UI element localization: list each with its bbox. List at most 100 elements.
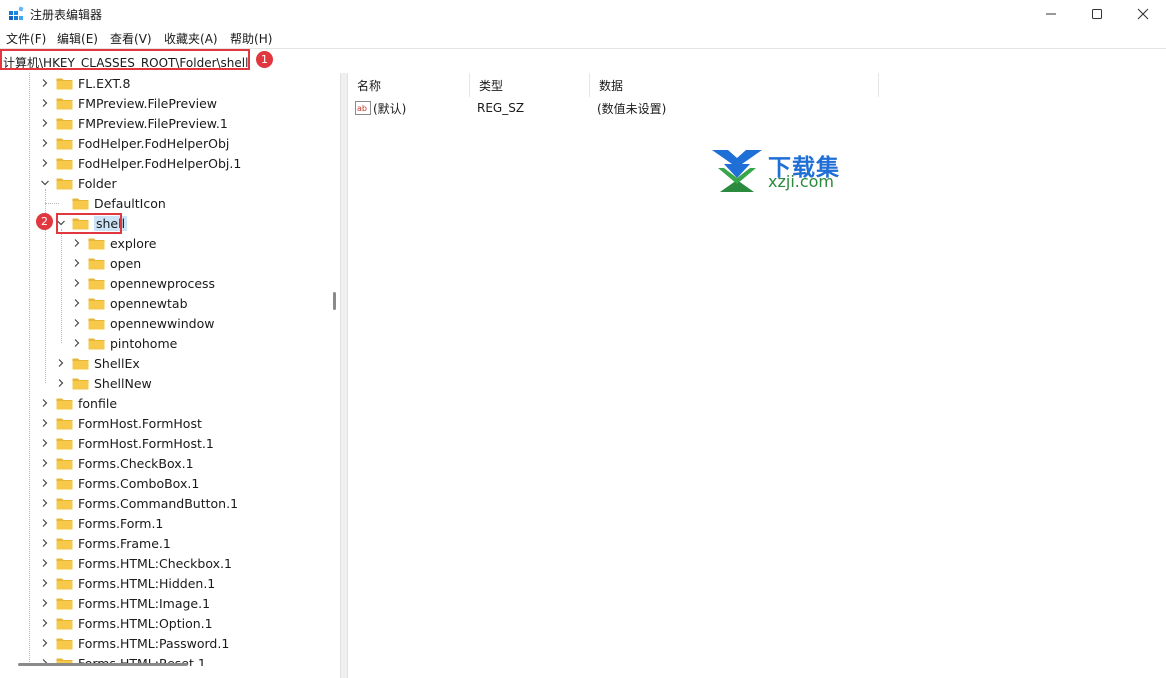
folder-icon — [56, 498, 73, 509]
column-header-data[interactable]: 数据 — [590, 73, 879, 97]
close-button[interactable] — [1120, 0, 1166, 28]
chevron-right-icon[interactable] — [40, 138, 50, 148]
folder-icon — [72, 358, 89, 369]
maximize-button[interactable] — [1074, 0, 1120, 28]
tree-item[interactable]: explore — [72, 233, 156, 253]
chevron-right-icon[interactable] — [72, 338, 82, 348]
chevron-right-icon[interactable] — [72, 258, 82, 268]
column-header-name[interactable]: 名称 — [348, 73, 470, 97]
tree-item-label: DefaultIcon — [94, 195, 166, 211]
tree-item[interactable]: Forms.Form.1 — [40, 513, 163, 533]
column-header-type[interactable]: 类型 — [470, 73, 590, 97]
tree-item-label: FodHelper.FodHelperObj — [78, 135, 230, 151]
chevron-right-icon[interactable] — [40, 98, 50, 108]
tree-item-label: open — [110, 255, 142, 271]
chevron-right-icon[interactable] — [40, 538, 50, 548]
tree-guide-line — [29, 73, 30, 666]
tree-item[interactable]: pintohome — [72, 333, 177, 353]
folder-icon — [56, 438, 73, 449]
folder-icon — [72, 378, 89, 389]
menu-file[interactable]: 文件(F) — [6, 30, 46, 47]
tree-item-label: Forms.HTML:Checkbox.1 — [78, 555, 232, 571]
pane-splitter[interactable] — [340, 73, 348, 678]
chevron-right-icon[interactable] — [40, 518, 50, 528]
chevron-right-icon[interactable] — [40, 418, 50, 428]
chevron-right-icon[interactable] — [72, 318, 82, 328]
tree-item[interactable]: open — [72, 253, 141, 273]
tree-item[interactable]: ShellNew — [56, 373, 152, 393]
chevron-right-icon[interactable] — [40, 118, 50, 128]
tree-item[interactable]: FMPreview.FilePreview.1 — [40, 113, 228, 133]
tree-item[interactable]: fonfile — [40, 393, 117, 413]
tree-item-label: Forms.ComboBox.1 — [78, 475, 200, 491]
tree-item[interactable]: Forms.CheckBox.1 — [40, 453, 194, 473]
chevron-right-icon[interactable] — [40, 478, 50, 488]
tree-item[interactable]: FormHost.FormHost — [40, 413, 202, 433]
chevron-right-icon[interactable] — [40, 618, 50, 628]
tree-item[interactable]: FodHelper.FodHelperObj.1 — [40, 153, 241, 173]
tree-item[interactable]: FodHelper.FodHelperObj — [40, 133, 229, 153]
chevron-right-icon[interactable] — [40, 158, 50, 168]
tree-item[interactable]: Forms.ComboBox.1 — [40, 473, 199, 493]
tree-item-label: FMPreview.FilePreview — [78, 95, 218, 111]
folder-icon — [56, 458, 73, 469]
tree-item[interactable]: FMPreview.FilePreview — [40, 93, 217, 113]
chevron-right-icon[interactable] — [56, 358, 66, 368]
tree-item-label: Forms.HTML:Hidden.1 — [78, 575, 216, 591]
chevron-right-icon[interactable] — [40, 78, 50, 88]
tree-vertical-scrollbar[interactable] — [333, 292, 336, 310]
folder-icon — [88, 318, 105, 329]
tree-item[interactable]: Forms.Frame.1 — [40, 533, 171, 553]
tree-item-label: Forms.HTML:Option.1 — [78, 615, 213, 631]
tree-item[interactable]: DefaultIcon — [56, 193, 166, 213]
folder-icon — [88, 238, 105, 249]
chevron-right-icon[interactable] — [40, 458, 50, 468]
registry-tree[interactable]: FL.EXT.8 FMPreview.FilePreview FMPreview.F… — [0, 73, 340, 666]
tree-item[interactable]: FormHost.FormHost.1 — [40, 433, 214, 453]
chevron-right-icon[interactable] — [72, 298, 82, 308]
chevron-right-icon[interactable] — [72, 278, 82, 288]
chevron-right-icon[interactable] — [40, 578, 50, 588]
close-icon — [1137, 8, 1149, 20]
folder-icon — [56, 558, 73, 569]
tree-item[interactable]: Forms.HTML:Image.1 — [40, 593, 210, 613]
chevron-right-icon[interactable] — [40, 598, 50, 608]
regedit-app-icon — [9, 6, 24, 20]
menu-help[interactable]: 帮助(H) — [230, 30, 272, 47]
menu-bar: 文件(F) 编辑(E) 查看(V) 收藏夹(A) 帮助(H) — [0, 28, 1166, 48]
chevron-right-icon[interactable] — [40, 558, 50, 568]
tree-item-label: Folder — [78, 175, 117, 191]
minimize-button[interactable] — [1028, 0, 1074, 28]
folder-icon — [88, 258, 105, 269]
chevron-right-icon[interactable] — [40, 638, 50, 648]
chevron-right-icon[interactable] — [56, 378, 66, 388]
string-value-icon: ab — [355, 101, 371, 115]
tree-item[interactable]: Forms.HTML:Option.1 — [40, 613, 213, 633]
chevron-right-icon[interactable] — [40, 438, 50, 448]
watermark-text-en: xzji.com — [768, 172, 835, 191]
tree-item[interactable]: Forms.HTML:Hidden.1 — [40, 573, 215, 593]
tree-item[interactable]: FL.EXT.8 — [40, 73, 130, 93]
tree-item[interactable]: Forms.HTML:Password.1 — [40, 633, 229, 653]
chevron-down-icon[interactable] — [40, 178, 50, 188]
folder-icon — [56, 398, 73, 409]
value-row-name[interactable]: ab (默认) — [355, 98, 406, 118]
tree-item[interactable]: Forms.CommandButton.1 — [40, 493, 238, 513]
folder-icon — [56, 78, 73, 89]
tree-item[interactable]: Folder — [40, 173, 117, 193]
chevron-right-icon[interactable] — [40, 398, 50, 408]
menu-favorites[interactable]: 收藏夹(A) — [164, 30, 218, 47]
window-title: 注册表编辑器 — [30, 8, 103, 22]
menu-edit[interactable]: 编辑(E) — [57, 30, 98, 47]
tree-item[interactable]: opennewwindow — [72, 313, 214, 333]
tree-item[interactable]: ShellEx — [56, 353, 140, 373]
tree-item[interactable]: Forms.HTML:Checkbox.1 — [40, 553, 232, 573]
folder-icon — [88, 278, 105, 289]
chevron-right-icon[interactable] — [40, 498, 50, 508]
tree-item[interactable]: opennewprocess — [72, 273, 215, 293]
chevron-right-icon[interactable] — [72, 238, 82, 248]
menu-view[interactable]: 查看(V) — [110, 30, 152, 47]
folder-icon — [56, 638, 73, 649]
tree-bottom-area — [0, 666, 340, 678]
tree-item[interactable]: opennewtab — [72, 293, 188, 313]
